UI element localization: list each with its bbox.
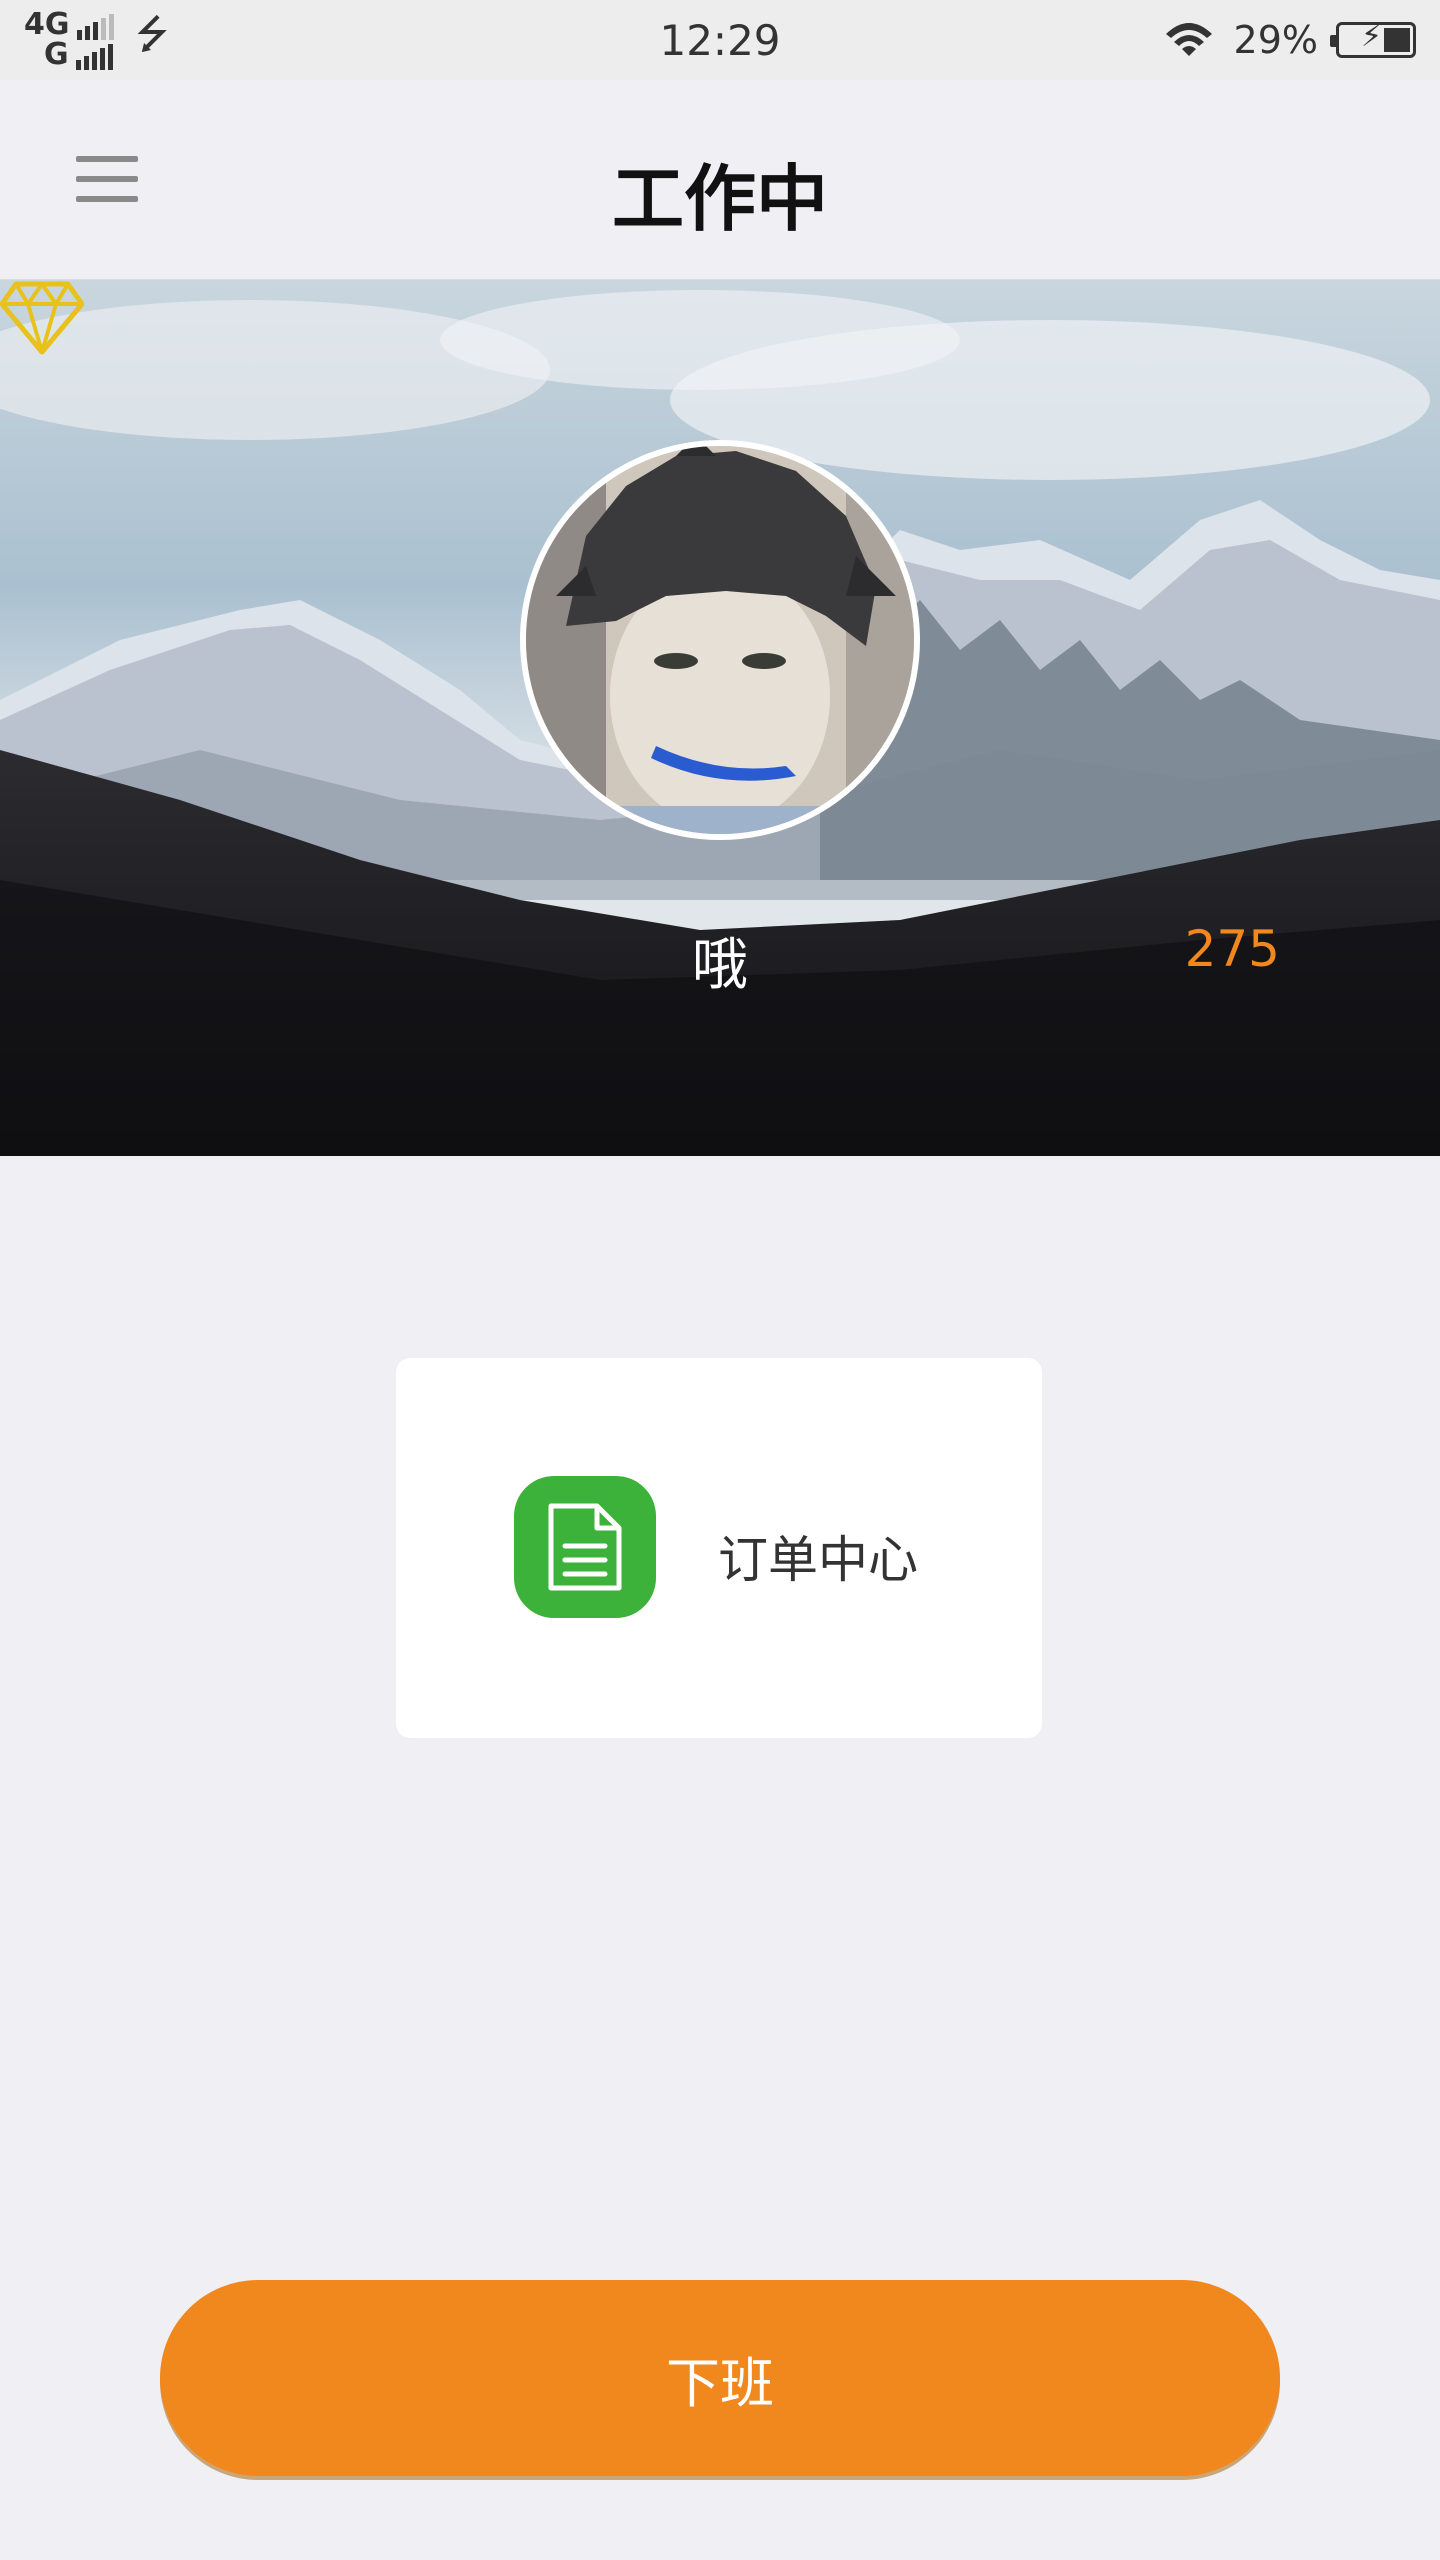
order-center-label: 订单中心	[718, 1531, 918, 1589]
off-duty-button[interactable]: 下班	[160, 2280, 1280, 2476]
network-type-top: 4G	[24, 7, 70, 42]
status-left: 4G G ⭍	[24, 0, 169, 80]
usb-icon: ⭍	[135, 12, 169, 58]
wifi-icon	[1165, 23, 1212, 56]
status-right: 29% ⚡	[1162, 18, 1416, 62]
document-icon	[514, 1476, 656, 1618]
battery-icon: ⚡	[1330, 19, 1416, 58]
avatar-image	[526, 446, 914, 834]
app-header: 工作中	[0, 80, 1440, 280]
profile-banner: 哦 275	[0, 280, 1440, 1156]
page-title: 工作中	[611, 157, 828, 241]
points-value: 275	[1184, 920, 1280, 978]
diamond-icon	[0, 281, 84, 355]
avatar[interactable]	[520, 440, 920, 840]
cell-signal-icon: 4G G	[24, 10, 114, 70]
status-bar: 4G G ⭍ 12:29 29% ⚡	[0, 0, 1440, 80]
network-type-bottom: G	[44, 37, 69, 72]
battery-percent: 29%	[1233, 18, 1318, 62]
order-center-card[interactable]: 订单中心	[396, 1358, 1042, 1738]
